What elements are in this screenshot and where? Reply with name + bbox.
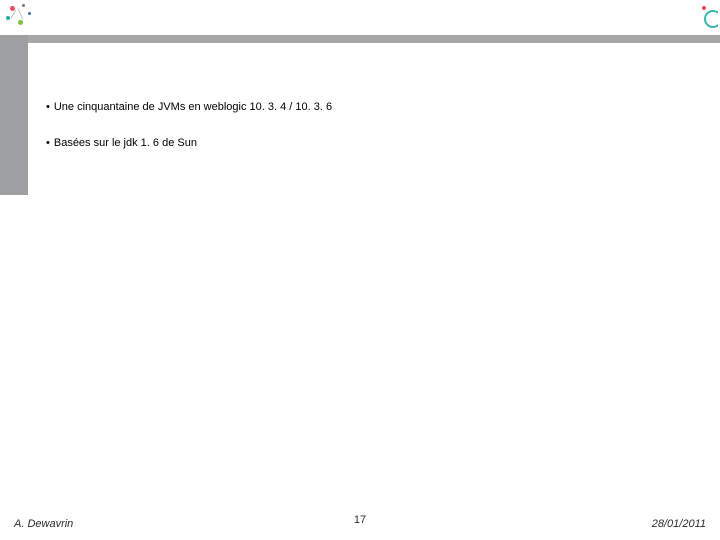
slide-footer: A. Dewavrin 17 28/01/2011: [0, 504, 720, 540]
left-accent-strip: [0, 35, 28, 195]
bullet-text: Basées sur le jdk 1. 6 de Sun: [54, 136, 197, 150]
footer-page-number: 17: [354, 514, 366, 526]
header-divider: [0, 35, 720, 43]
network-logo: [4, 2, 44, 32]
slide: • Une cinquantaine de JVMs en weblogic 1…: [0, 0, 720, 540]
footer-author: A. Dewavrin: [14, 518, 73, 530]
bullet-item: • Basées sur le jdk 1. 6 de Sun: [46, 136, 700, 150]
bullet-text: Une cinquantaine de JVMs en weblogic 10.…: [54, 100, 332, 114]
bullet-marker-icon: •: [46, 136, 50, 150]
bullet-item: • Une cinquantaine de JVMs en weblogic 1…: [46, 100, 700, 114]
footer-date: 28/01/2011: [652, 518, 706, 530]
slide-body: • Une cinquantaine de JVMs en weblogic 1…: [46, 100, 700, 172]
corner-logo: [700, 6, 718, 32]
bullet-marker-icon: •: [46, 100, 50, 114]
